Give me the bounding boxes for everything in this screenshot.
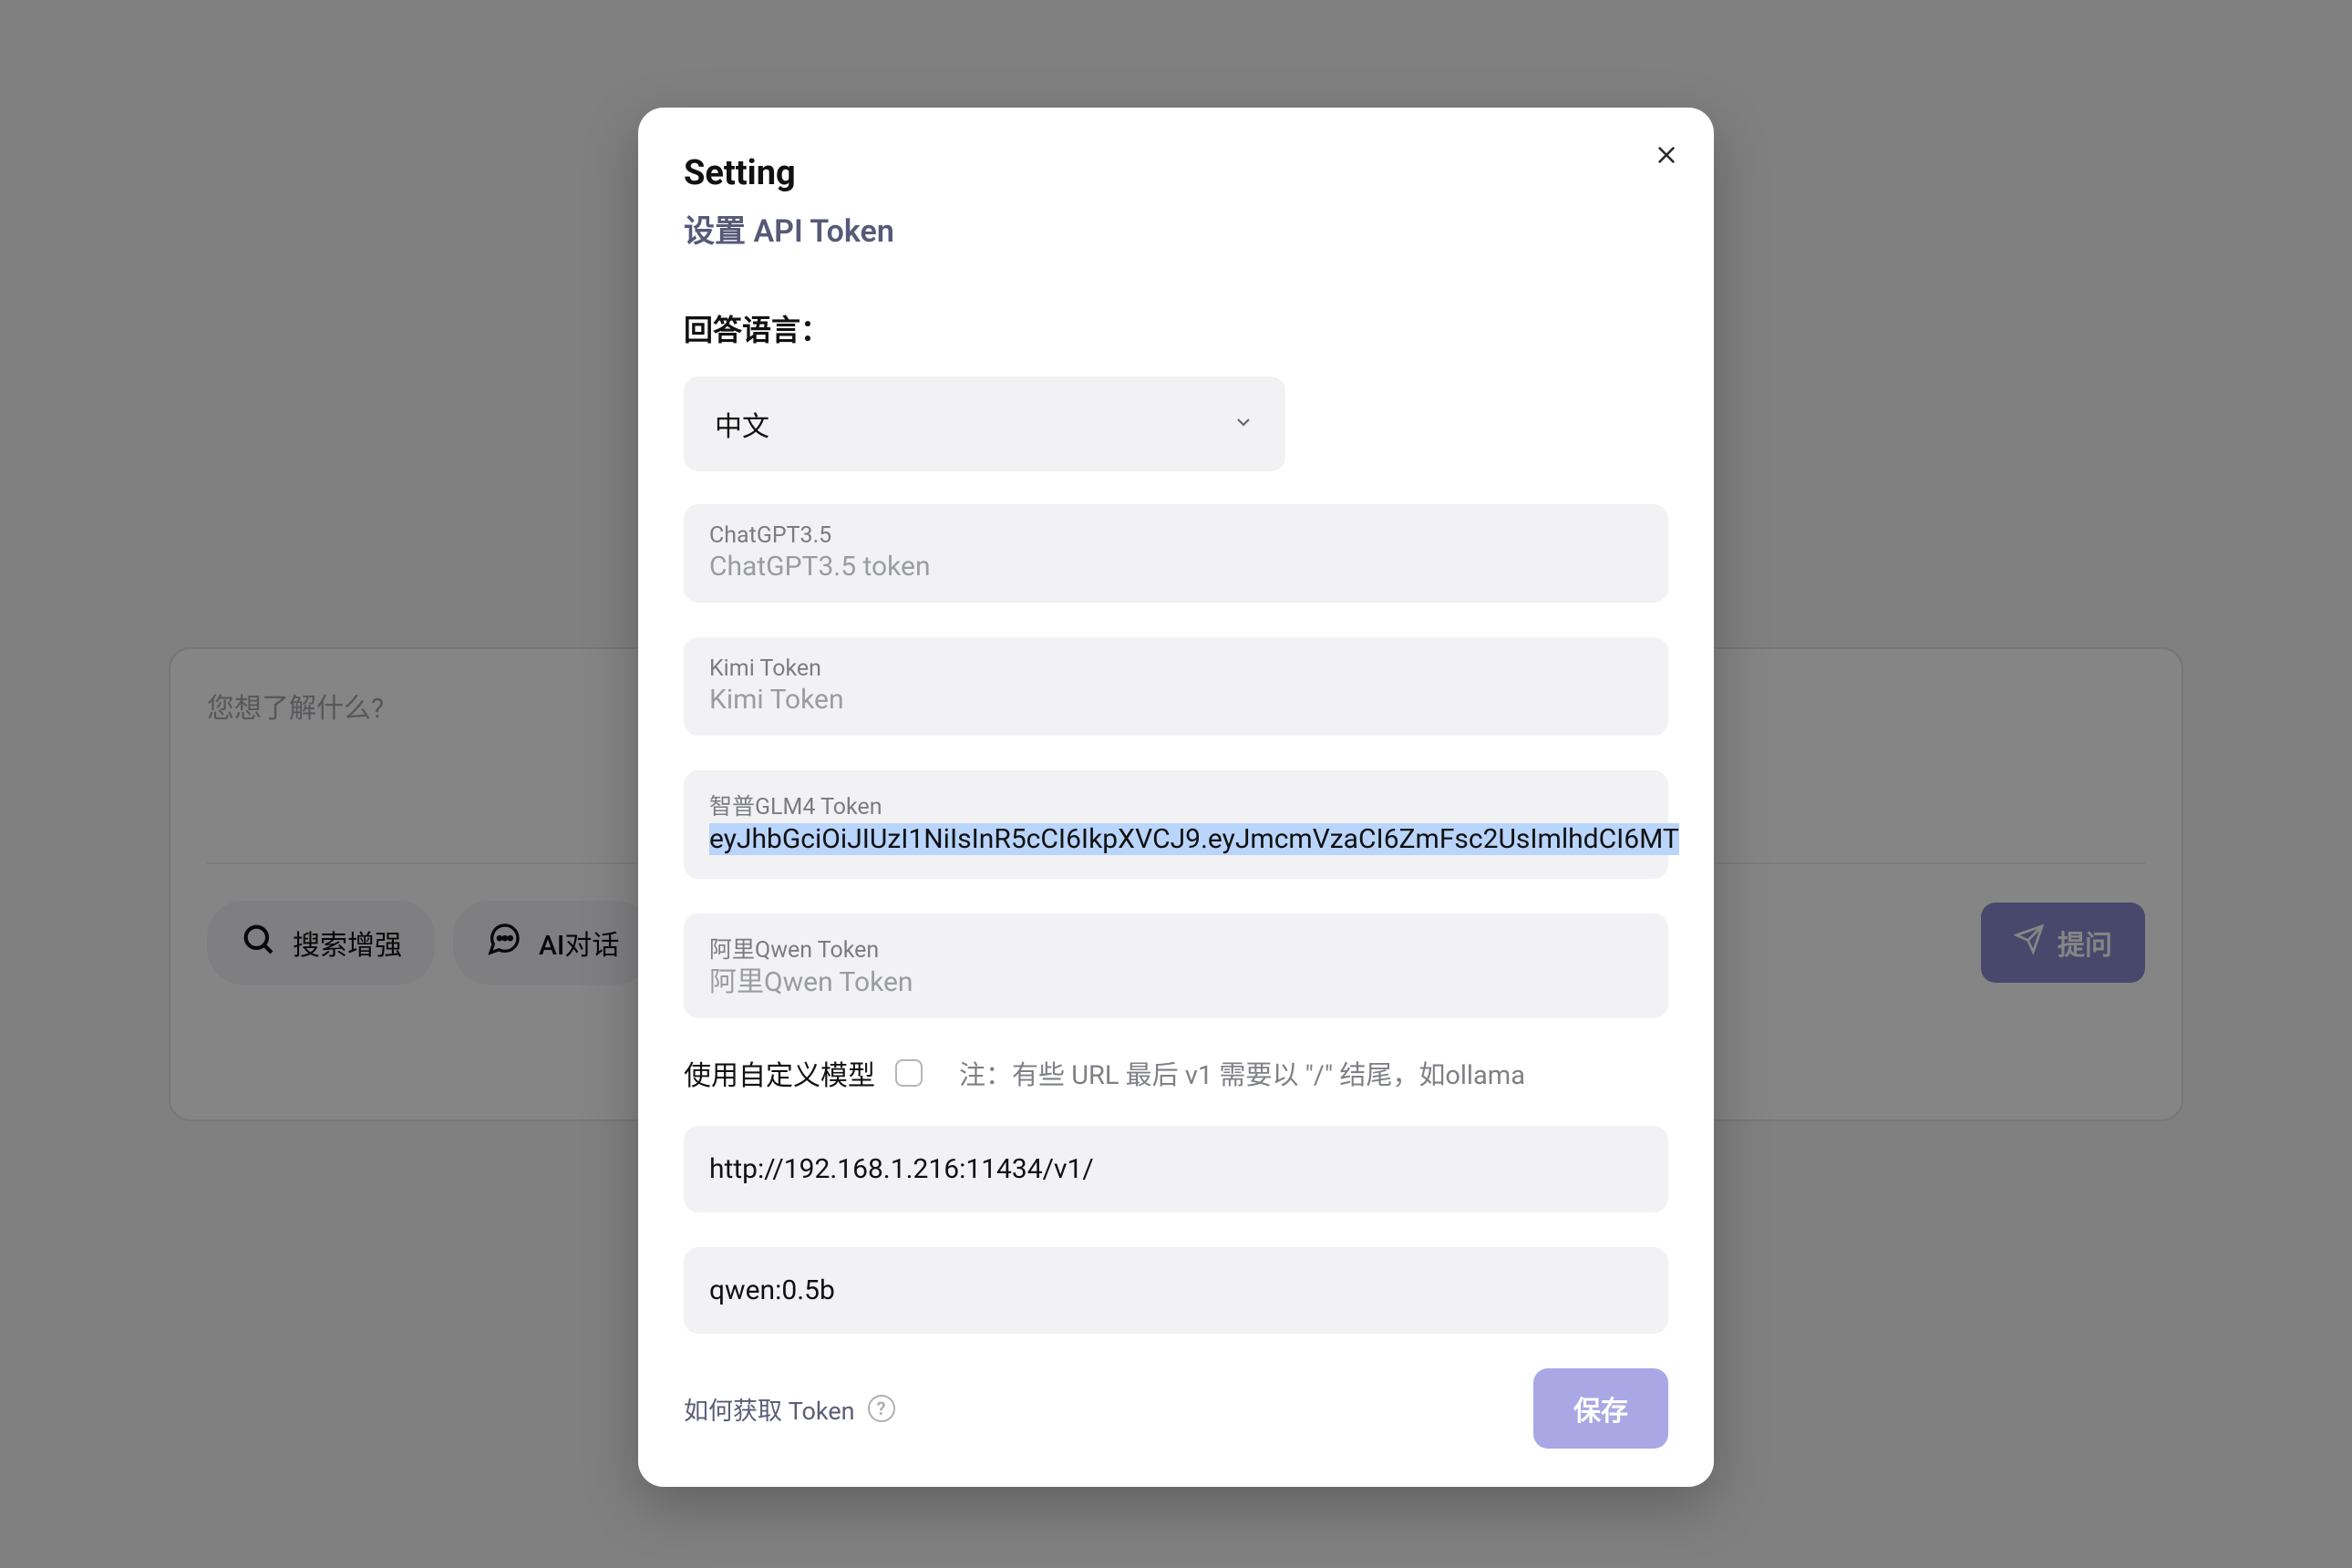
custom-model-name-input[interactable]: [709, 1274, 1643, 1306]
chatgpt-token-input[interactable]: [709, 551, 1643, 583]
help-icon: ?: [868, 1395, 895, 1422]
modal-footer: 如何获取 Token ? 保存: [684, 1368, 1668, 1449]
custom-model-label: 使用自定义模型: [684, 1053, 875, 1093]
kimi-token-input[interactable]: [709, 684, 1643, 716]
save-button[interactable]: 保存: [1533, 1368, 1668, 1449]
chatgpt-token-field[interactable]: ChatGPT3.5: [684, 504, 1668, 603]
custom-model-row: 使用自定义模型 注：有些 URL 最后 v1 需要以 "/" 结尾，如ollam…: [684, 1053, 1668, 1093]
custom-model-hint: 注：有些 URL 最后 v1 需要以 "/" 结尾，如ollama: [959, 1054, 1525, 1092]
kimi-token-field[interactable]: Kimi Token: [684, 637, 1668, 736]
field-label: 阿里Qwen Token: [709, 932, 1643, 965]
how-to-get-token-link[interactable]: 如何获取 Token ?: [684, 1391, 895, 1427]
qwen-token-field[interactable]: 阿里Qwen Token: [684, 913, 1668, 1018]
language-label: 回答语言：: [684, 307, 1668, 349]
help-link-text: 如何获取 Token: [684, 1391, 855, 1427]
glm4-token-input[interactable]: eyJhbGciOiJIUzI1NiIsInR5cCI6IkpXVCJ9.eyJ…: [709, 823, 1679, 855]
close-button[interactable]: [1654, 142, 1679, 171]
settings-modal: Setting 设置 API Token 回答语言： 中文 ChatGPT3.5…: [638, 108, 1714, 1487]
field-label: 智普GLM4 Token: [709, 789, 1643, 821]
field-label: ChatGPT3.5: [709, 522, 1643, 549]
close-icon: [1654, 154, 1679, 171]
modal-overlay[interactable]: Setting 设置 API Token 回答语言： 中文 ChatGPT3.5…: [0, 0, 2352, 1568]
custom-url-field[interactable]: [684, 1126, 1668, 1212]
qwen-token-input[interactable]: [709, 966, 1643, 998]
glm4-token-field[interactable]: 智普GLM4 Token eyJhbGciOiJIUzI1NiIsInR5cCI…: [684, 770, 1668, 879]
modal-title: Setting: [684, 153, 1668, 193]
language-value: 中文: [715, 404, 769, 444]
field-label: Kimi Token: [709, 655, 1643, 682]
custom-url-input[interactable]: [709, 1153, 1643, 1185]
chevron-down-icon: [1233, 411, 1254, 437]
language-select[interactable]: 中文: [684, 377, 1285, 471]
custom-model-name-field[interactable]: [684, 1247, 1668, 1334]
modal-subtitle: 设置 API Token: [684, 206, 1668, 251]
custom-model-checkbox[interactable]: [895, 1059, 923, 1087]
